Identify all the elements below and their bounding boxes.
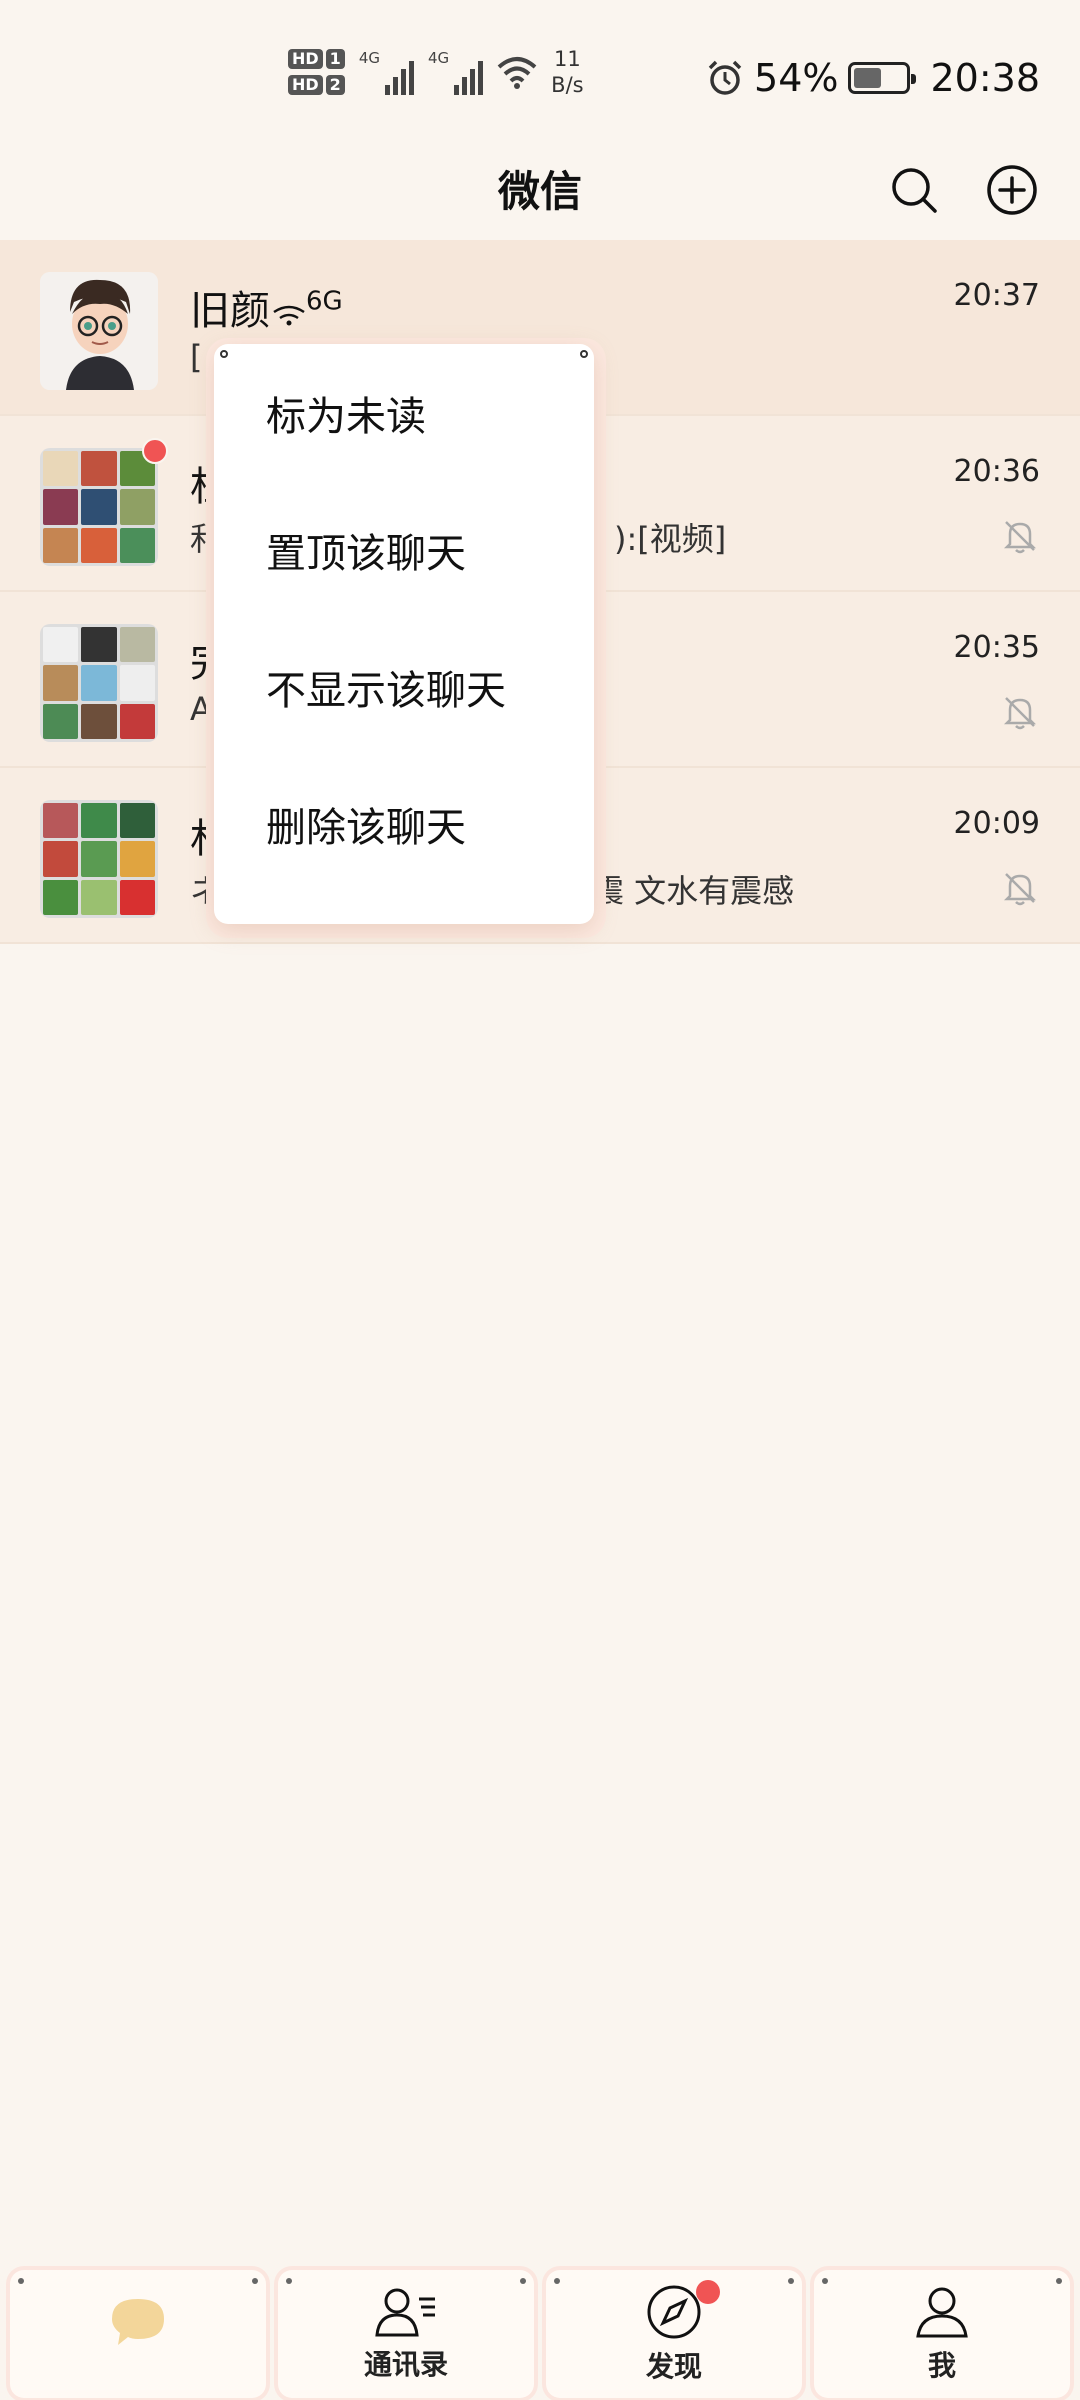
battery-percent: 54% <box>754 56 839 100</box>
chat-preview: [ <box>190 338 203 376</box>
network-type-2: 4G <box>427 49 450 67</box>
mute-bell-icon <box>1003 873 1037 906</box>
menu-item-mark-unread[interactable]: 标为未读 <box>214 344 594 481</box>
app-header: 微信 <box>0 140 1080 240</box>
menu-item-delete-chat[interactable]: 删除该聊天 <box>214 755 594 892</box>
menu-item-pin-chat[interactable]: 置顶该聊天 <box>214 481 594 618</box>
chat-time: 20:36 <box>953 454 1040 489</box>
mute-bell-icon <box>1003 697 1037 730</box>
chat-name: 旧颜 6G <box>190 278 343 336</box>
chat-preview-tail: ):[视频] <box>614 520 727 558</box>
wifi-icon <box>497 57 537 89</box>
menu-pin <box>580 350 588 358</box>
chat-name-suffix: 6G <box>306 286 343 317</box>
chat-preview-tail: 震 文水有震感 <box>592 872 795 910</box>
sim2-indicator: HD 2 <box>288 75 345 95</box>
battery-icon <box>848 62 917 94</box>
chat-name-text: 旧颜 <box>190 288 270 334</box>
group-avatar <box>40 624 158 742</box>
compass-icon <box>647 2285 701 2339</box>
sim2-number: 2 <box>325 75 345 95</box>
sim2-hd: HD <box>288 75 323 95</box>
tab-discover-label: 发现 <box>645 2350 702 2383</box>
avatar <box>40 272 158 390</box>
alarm-icon <box>708 60 742 95</box>
person-icon <box>916 2287 968 2338</box>
group-avatar <box>40 448 158 566</box>
mute-bell-icon <box>1003 521 1037 554</box>
tab-me-label: 我 <box>927 2349 956 2382</box>
network-type-1: 4G <box>358 49 380 67</box>
group-avatar <box>40 800 158 918</box>
status-bar: HD 1 HD 2 4G 4G 11 B/s 54% 20:38 <box>0 0 1080 140</box>
signal-1-icon: 4G <box>359 49 414 95</box>
battery-fill <box>854 68 882 88</box>
search-icon <box>892 168 937 213</box>
chat-time: 20:35 <box>953 630 1040 665</box>
wifi-emoji-icon <box>273 305 305 326</box>
menu-pin <box>220 350 228 358</box>
sim-indicators: HD 1 HD 2 <box>288 49 345 95</box>
tab-contacts[interactable]: 通讯录 <box>278 2270 534 2398</box>
network-speed-value: 11 <box>554 47 581 71</box>
context-menu: 标为未读 置顶该聊天 不显示该聊天 删除该聊天 <box>214 344 594 924</box>
tab-discover[interactable]: 发现 <box>546 2270 802 2398</box>
sim1-hd: HD <box>288 49 323 69</box>
sim1-indicator: HD 1 <box>288 49 345 69</box>
sim1-number: 1 <box>325 49 345 69</box>
signal-2-icon: 4G <box>427 49 484 95</box>
network-speed: 11 B/s <box>551 46 583 98</box>
add-button[interactable] <box>976 154 1048 226</box>
clock: 20:38 <box>930 56 1040 100</box>
bottom-tab-bar: 通讯录 发现 我 <box>0 2262 1080 2400</box>
tab-me[interactable]: 我 <box>814 2270 1070 2398</box>
plus-circle-icon <box>987 165 1037 215</box>
cartoon-avatar-icon <box>40 272 158 390</box>
chat-time: 20:09 <box>953 806 1040 841</box>
tab-chats[interactable] <box>10 2270 266 2398</box>
status-right: 54% 20:38 <box>706 56 1040 100</box>
contacts-icon <box>375 2288 435 2337</box>
chat-bubble-icon <box>112 2299 164 2345</box>
search-button[interactable] <box>878 154 950 226</box>
menu-item-hide-chat[interactable]: 不显示该聊天 <box>214 618 594 755</box>
unread-badge <box>142 438 168 464</box>
status-left: HD 1 HD 2 4G 4G 11 B/s <box>288 46 584 98</box>
discover-badge <box>696 2280 720 2304</box>
network-speed-unit: B/s <box>551 73 584 97</box>
chat-time: 20:37 <box>953 278 1040 313</box>
tab-contacts-label: 通讯录 <box>363 2348 448 2381</box>
